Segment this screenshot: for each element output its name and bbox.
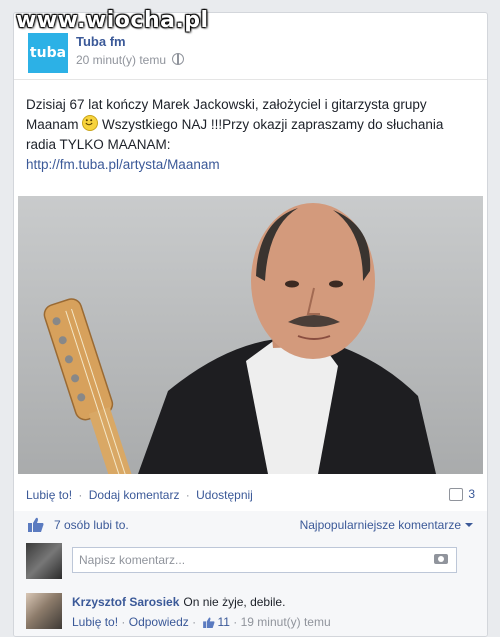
- comment-text: On nie żyje, debile.: [183, 595, 286, 609]
- comment-count[interactable]: 3: [449, 487, 475, 501]
- action-separator: ·: [185, 488, 190, 502]
- comment-icon: [449, 487, 464, 501]
- like-link[interactable]: Lubię to!: [26, 488, 72, 502]
- header-divider: [14, 79, 487, 80]
- thumbs-up-icon: [28, 517, 44, 532]
- post-card: tuba Tuba fm 20 minut(y) temu Dzisiaj 67…: [13, 12, 488, 637]
- comment-reply-link[interactable]: Odpowiedz: [129, 615, 189, 629]
- post-text: Dzisiaj 67 lat kończy Marek Jackowski, z…: [26, 95, 476, 175]
- meta-separator: ·: [233, 615, 238, 629]
- post-header: tuba Tuba fm 20 minut(y) temu: [28, 33, 468, 73]
- comment-sort-label: Najpopularniejsze komentarze: [299, 518, 461, 532]
- avatar: [26, 543, 62, 579]
- comment-count-value: 3: [468, 487, 475, 501]
- post-link[interactable]: http://fm.tuba.pl/artysta/Maanam: [26, 157, 220, 172]
- likes-row: 7 osób lubi to. Najpopularniejsze koment…: [14, 511, 487, 539]
- comment-sort-dropdown[interactable]: Najpopularniejsze komentarze: [300, 518, 473, 532]
- globe-icon: [172, 53, 185, 65]
- commenter-name-link[interactable]: Krzysztof Sarosiek: [72, 595, 179, 609]
- avatar[interactable]: [26, 593, 62, 629]
- meta-separator: ·: [192, 615, 197, 629]
- comment-meta: Lubię to! · Odpowiedz · 11 · 19 minut(y)…: [72, 615, 331, 629]
- comment-composer: Napisz komentarz...: [14, 539, 487, 585]
- timestamp-text[interactable]: 20 minut(y) temu: [76, 53, 166, 67]
- comment-input[interactable]: Napisz komentarz...: [72, 547, 457, 573]
- thumbs-up-icon: [203, 617, 215, 628]
- add-comment-link[interactable]: Dodaj komentarz: [89, 488, 180, 502]
- watermark: www.wiocha.pl: [16, 8, 209, 33]
- post-photo[interactable]: [18, 196, 483, 474]
- share-link[interactable]: Udostępnij: [196, 488, 253, 502]
- chevron-down-icon: [465, 523, 473, 527]
- likes-count-link[interactable]: 7 osób lubi to.: [54, 518, 129, 532]
- comment-time[interactable]: 19 minut(y) temu: [241, 615, 331, 629]
- camera-icon[interactable]: [434, 554, 448, 564]
- musician-photo-illustration: [43, 203, 436, 474]
- action-separator: ·: [78, 488, 83, 502]
- comment-like-link[interactable]: Lubię to!: [72, 615, 118, 629]
- comment-item: Krzysztof Sarosiek On nie żyje, debile. L…: [14, 585, 487, 636]
- post-timestamp[interactable]: 20 minut(y) temu: [76, 53, 185, 67]
- comment-likes-count[interactable]: 11: [217, 615, 229, 629]
- meta-separator: ·: [121, 615, 126, 629]
- post-actions: Lubię to! · Dodaj komentarz · Udostępnij: [26, 488, 253, 502]
- page-logo[interactable]: tuba: [28, 33, 68, 73]
- comment-body: Krzysztof Sarosiek On nie żyje, debile.: [72, 595, 285, 609]
- page-name-link[interactable]: Tuba fm: [76, 34, 126, 49]
- smiley-icon: [82, 115, 99, 131]
- comment-input-placeholder: Napisz komentarz...: [79, 553, 186, 567]
